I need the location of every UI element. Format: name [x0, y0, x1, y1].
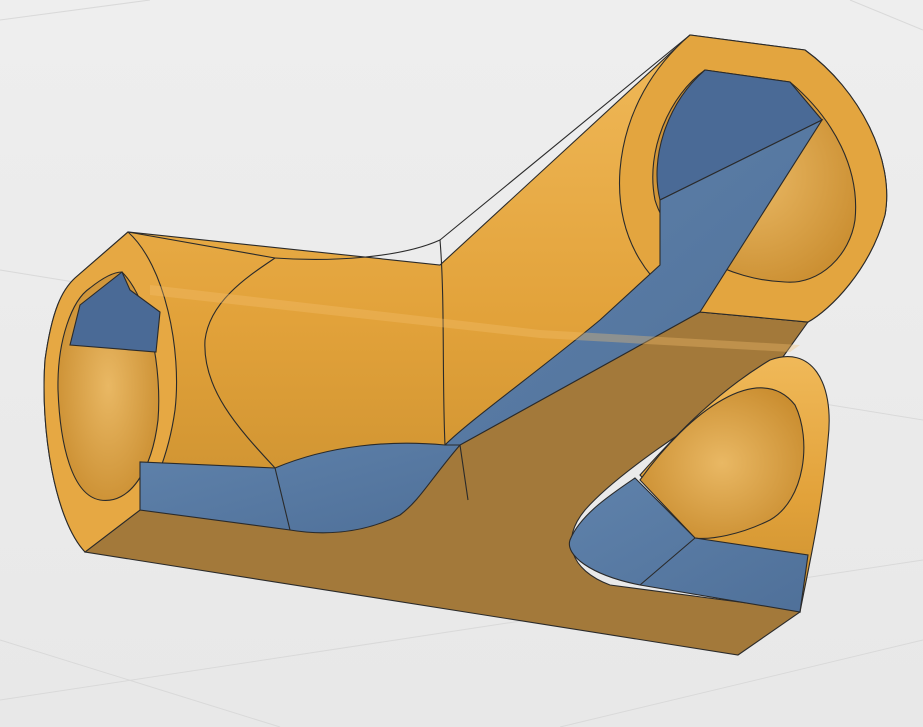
model-scene[interactable]: [0, 0, 923, 727]
3d-viewport[interactable]: [0, 0, 923, 727]
